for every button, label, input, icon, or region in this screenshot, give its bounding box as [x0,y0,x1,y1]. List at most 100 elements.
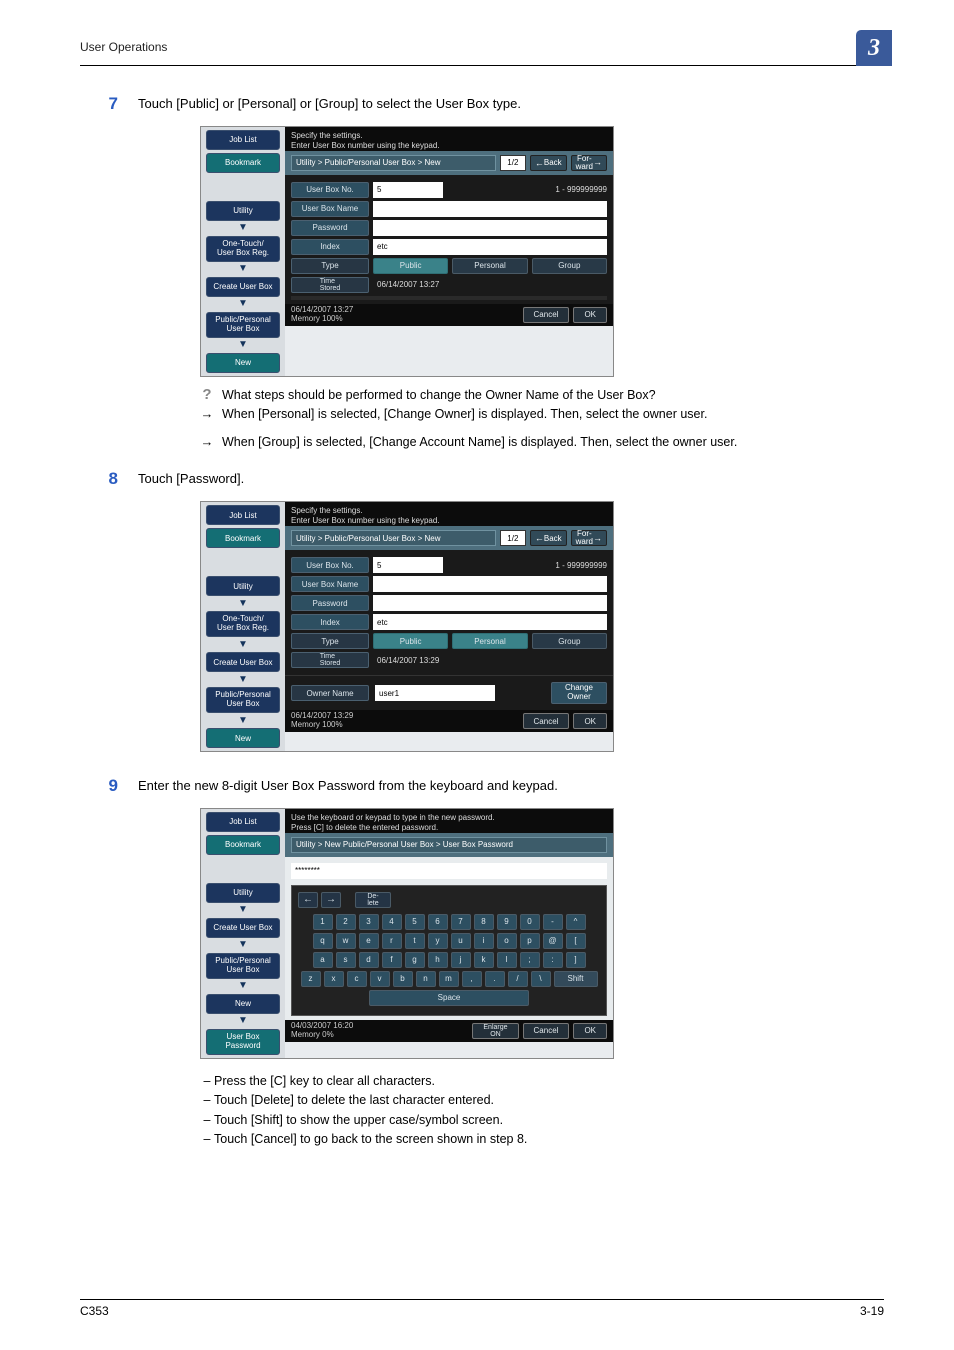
nav-utility[interactable]: Utility [206,883,280,903]
label-user-box-name[interactable]: User Box Name [291,201,369,217]
nav-utility[interactable]: Utility [206,576,280,596]
nav-job-list[interactable]: Job List [206,505,280,525]
key-6[interactable]: 6 [428,914,448,930]
nav-public-personal[interactable]: Public/Personal User Box [206,687,280,713]
key-a[interactable]: a [313,952,333,968]
nav-new[interactable]: New [206,728,280,748]
shift-key[interactable]: Shift [554,971,598,987]
back-button[interactable]: ←Back [530,155,567,171]
nav-bookmark[interactable]: Bookmark [206,835,280,855]
forward-button[interactable]: For- ward→ [571,530,607,546]
key-@[interactable]: @ [543,933,563,949]
back-button[interactable]: ←Back [530,530,567,546]
key-s[interactable]: s [336,952,356,968]
label-user-box-no[interactable]: User Box No. [291,557,369,573]
key-c[interactable]: c [347,971,367,987]
key-m[interactable]: m [439,971,459,987]
key-[[interactable]: [ [566,933,586,949]
key-1[interactable]: 1 [313,914,333,930]
nav-create-user-box[interactable]: Create User Box [206,277,280,297]
nav-one-touch[interactable]: One-Touch/ User Box Reg. [206,611,280,637]
question-icon: ? [200,387,214,402]
key-d[interactable]: d [359,952,379,968]
nav-new[interactable]: New [206,353,280,373]
nav-bookmark[interactable]: Bookmark [206,528,280,548]
cancel-button[interactable]: Cancel [523,1023,570,1039]
label-password[interactable]: Password [291,595,369,611]
nav-bookmark[interactable]: Bookmark [206,153,280,173]
key-r[interactable]: r [382,933,402,949]
key-j[interactable]: j [451,952,471,968]
key-5[interactable]: 5 [405,914,425,930]
key-v[interactable]: v [370,971,390,987]
cancel-button[interactable]: Cancel [523,713,570,729]
key-t[interactable]: t [405,933,425,949]
ok-button[interactable]: OK [573,713,607,729]
key-k[interactable]: k [474,952,494,968]
nav-public-personal[interactable]: Public/Personal User Box [206,312,280,338]
key-^[interactable]: ^ [566,914,586,930]
key-q[interactable]: q [313,933,333,949]
key-b[interactable]: b [393,971,413,987]
key-/[interactable]: / [508,971,528,987]
cancel-button[interactable]: Cancel [523,307,570,323]
enlarge-button[interactable]: Enlarge ON [472,1023,518,1039]
arrow-right-key[interactable]: → [321,892,341,908]
delete-key[interactable]: De- lete [355,892,391,908]
key-;[interactable]: ; [520,952,540,968]
label-index[interactable]: Index [291,614,369,630]
nav-create-user-box[interactable]: Create User Box [206,918,280,938]
key-3[interactable]: 3 [359,914,379,930]
nav-job-list[interactable]: Job List [206,130,280,150]
ok-button[interactable]: OK [573,307,607,323]
key-w[interactable]: w [336,933,356,949]
nav-create-user-box[interactable]: Create User Box [206,652,280,672]
label-index[interactable]: Index [291,239,369,255]
key-h[interactable]: h [428,952,448,968]
key-i[interactable]: i [474,933,494,949]
forward-button[interactable]: For- ward→ [571,155,607,171]
key-f[interactable]: f [382,952,402,968]
type-personal-button[interactable]: Personal [452,633,527,649]
key-8[interactable]: 8 [474,914,494,930]
nav-user-box-password[interactable]: User Box Password [206,1029,280,1055]
key-n[interactable]: n [416,971,436,987]
nav-utility[interactable]: Utility [206,201,280,221]
key-p[interactable]: p [520,933,540,949]
key-9[interactable]: 9 [497,914,517,930]
arrow-left-key[interactable]: ← [298,892,318,908]
key-o[interactable]: o [497,933,517,949]
nav-new[interactable]: New [206,994,280,1014]
space-key[interactable]: Space [369,990,529,1006]
label-user-box-name[interactable]: User Box Name [291,576,369,592]
key-7[interactable]: 7 [451,914,471,930]
key-u[interactable]: u [451,933,471,949]
label-user-box-no[interactable]: User Box No. [291,182,369,198]
type-group-button[interactable]: Group [532,633,607,649]
nav-public-personal[interactable]: Public/Personal User Box [206,953,280,979]
key-0[interactable]: 0 [520,914,540,930]
type-public-button[interactable]: Public [373,633,448,649]
key-l[interactable]: l [497,952,517,968]
type-public-button[interactable]: Public [373,258,448,274]
key-2[interactable]: 2 [336,914,356,930]
ok-button[interactable]: OK [573,1023,607,1039]
key-.[interactable]: . [485,971,505,987]
key-g[interactable]: g [405,952,425,968]
key-y[interactable]: y [428,933,448,949]
type-group-button[interactable]: Group [532,258,607,274]
key-x[interactable]: x [324,971,344,987]
key-z[interactable]: z [301,971,321,987]
nav-one-touch[interactable]: One-Touch/ User Box Reg. [206,236,280,262]
key-e[interactable]: e [359,933,379,949]
key-,[interactable]: , [462,971,482,987]
type-personal-button[interactable]: Personal [452,258,527,274]
key--[interactable]: - [543,914,563,930]
key-][interactable]: ] [566,952,586,968]
label-password[interactable]: Password [291,220,369,236]
key-\[interactable]: \ [531,971,551,987]
nav-job-list[interactable]: Job List [206,812,280,832]
change-owner-button[interactable]: Change Owner [551,682,607,704]
key-4[interactable]: 4 [382,914,402,930]
key-:[interactable]: : [543,952,563,968]
